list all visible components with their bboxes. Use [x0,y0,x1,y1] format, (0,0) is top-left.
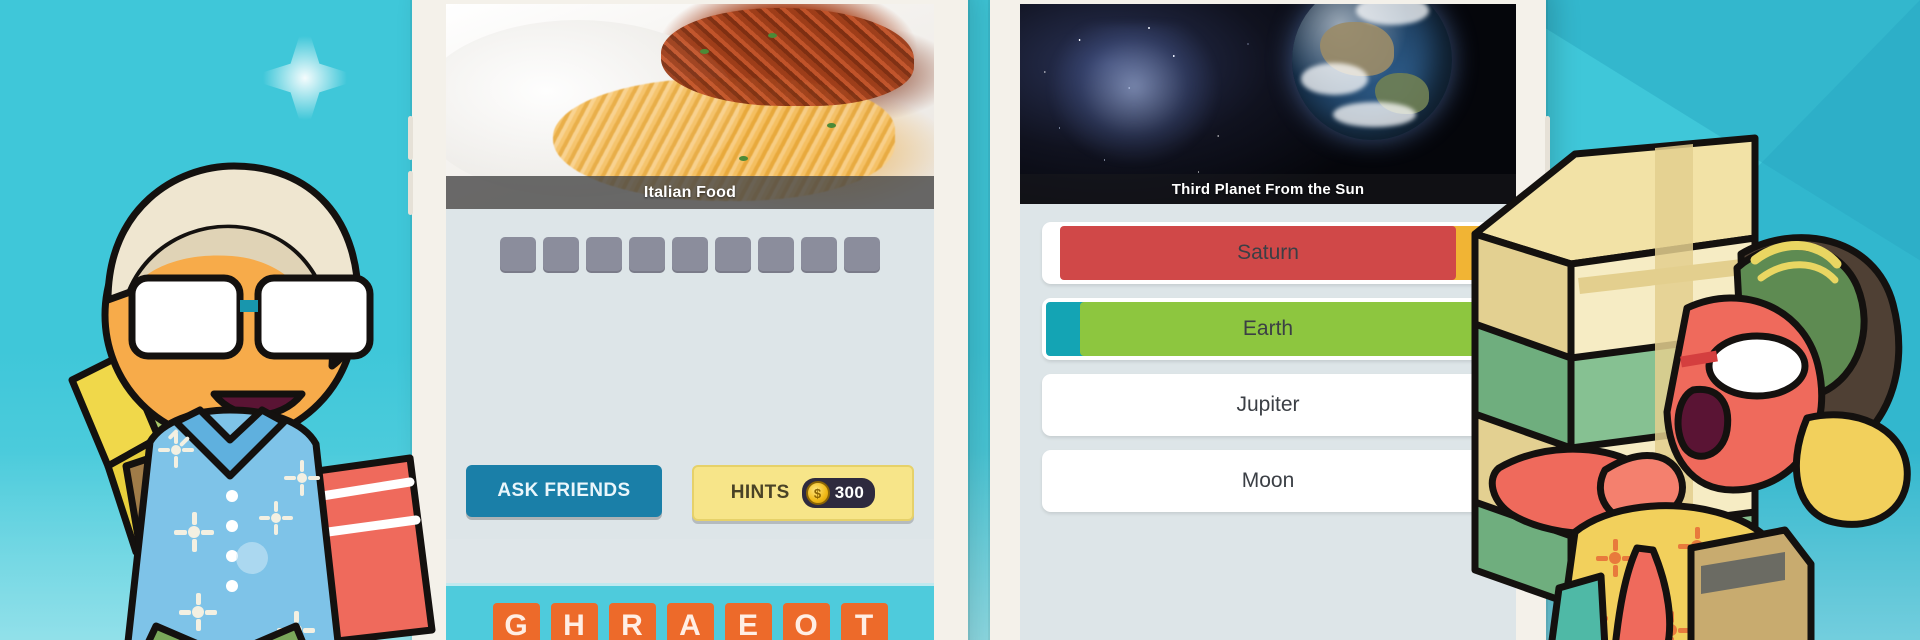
herb-garnish [738,155,748,161]
letter-tile[interactable]: G [492,602,540,640]
nebula-glow [1049,24,1219,164]
ask-friends-label: ASK FRIENDS [497,480,631,501]
answer-slot[interactable] [844,237,880,273]
answer-slot-row [446,209,934,273]
cloud [1333,101,1417,128]
phone-left-volume-button [408,116,413,160]
ask-friends-button[interactable]: ASK FRIENDS [466,465,662,517]
answer-slot[interactable] [629,237,665,273]
answer-slot[interactable] [801,237,837,273]
question-photo: Third Planet From the Sun [1020,4,1516,204]
shopper-character-with-glasses [0,160,460,640]
answer-slot[interactable] [715,237,751,273]
letter-tray: GHRAEOT [446,583,934,640]
answer-slot[interactable] [543,237,579,273]
puzzle-caption-text: Italian Food [643,183,737,201]
cloud [1355,4,1430,25]
herb-garnish [699,49,709,55]
option-label: Jupiter [1236,393,1300,416]
letter-tile[interactable]: A [666,602,714,640]
bolognese-sauce [660,8,915,107]
answer-option[interactable]: Earth [1042,298,1494,360]
hints-label: HINTS [730,482,790,503]
letter-tile[interactable]: O [782,602,830,640]
promo-banner: Italian Food ASK FRIENDS HINTS $ 300 G H… [0,0,1920,640]
answer-options-list: Saturn Earth Jupiter Moon [1020,204,1516,640]
hints-button[interactable]: HINTS $ 300 [692,465,914,521]
action-button-row: ASK FRIENDS HINTS $ 300 [446,465,934,521]
coin-icon: $ [805,481,830,505]
answer-option[interactable]: Moon [1042,450,1494,512]
answer-slot[interactable] [500,237,536,273]
answer-slot[interactable] [672,237,708,273]
option-label: Earth [1242,317,1294,340]
letter-tile[interactable]: E [724,602,772,640]
puzzle-caption-bar: Italian Food [446,176,934,209]
letter-tile[interactable]: T [840,602,888,640]
herb-garnish [768,32,778,38]
question-caption-text: Third Planet From the Sun [1171,180,1365,198]
answer-slot[interactable] [586,237,622,273]
phone-left-screen: Italian Food ASK FRIENDS HINTS $ 300 G H… [446,4,934,640]
answer-option[interactable]: Saturn [1042,222,1494,284]
phone-left: Italian Food ASK FRIENDS HINTS $ 300 G H… [408,0,968,640]
cloud [1301,63,1369,96]
answer-slot[interactable] [758,237,794,273]
answer-area: ASK FRIENDS HINTS $ 300 [446,209,934,539]
question-caption-bar: Third Planet From the Sun [1020,174,1516,204]
answer-option[interactable]: Jupiter [1042,374,1494,436]
puzzle-photo: Italian Food [446,4,934,209]
option-label: Saturn [1237,241,1299,264]
option-label: Moon [1241,469,1295,492]
letter-tile[interactable]: H [550,602,598,640]
coin-count: 300 [834,483,865,502]
phone-right-screen: Third Planet From the Sun Saturn Earth Jup… [1020,4,1516,640]
coin-balance-pill: $ 300 [801,478,876,508]
herb-garnish [826,122,836,128]
letter-tile[interactable]: R [608,602,656,640]
character-carrying-box-stack [1455,118,1920,640]
